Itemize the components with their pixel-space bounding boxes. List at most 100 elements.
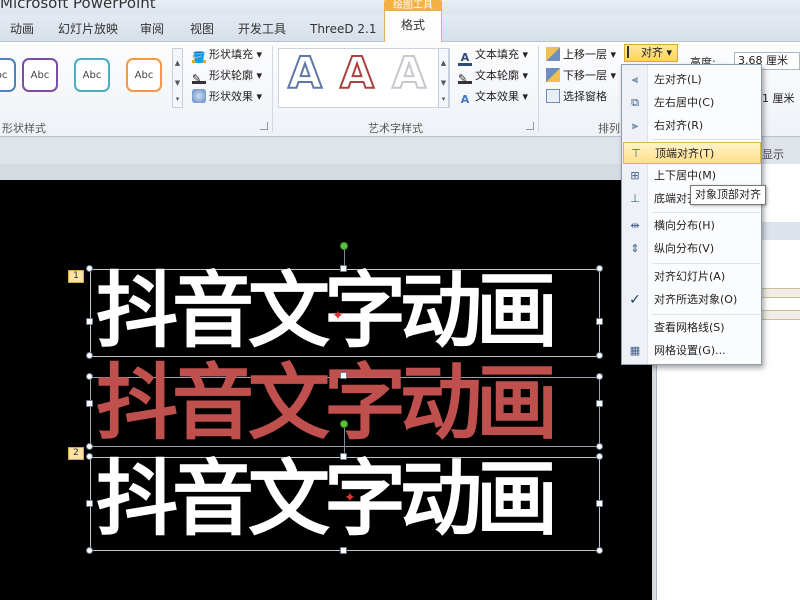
tab-slideshow[interactable]: 幻灯片放映	[58, 18, 118, 42]
align-menu-item[interactable]: ⊞ 上下居中(M)	[623, 165, 761, 187]
align-menu-item[interactable]: 对齐幻灯片(A)	[623, 266, 761, 288]
align-menu-item[interactable]: ⫸ 右对齐(R)	[623, 115, 761, 137]
resize-handle[interactable]	[596, 318, 603, 325]
tab-developer[interactable]: 开发工具	[238, 18, 286, 42]
shape-effects-button[interactable]: 形状效果 ▾	[192, 88, 262, 106]
text-effects-icon: A	[460, 93, 470, 106]
shape-style-swatch[interactable]: Abc	[0, 58, 16, 92]
rotation-handle[interactable]	[340, 242, 348, 250]
align-menu-item-label: 对齐幻灯片(A)	[654, 270, 726, 283]
tab-format[interactable]: 格式	[384, 10, 442, 42]
align-button[interactable]: 对齐 ▾	[624, 44, 678, 62]
tooltip: 对象顶部对齐	[690, 185, 766, 205]
object-number-badge: 1	[68, 270, 84, 283]
align-menu-item[interactable]: ▦ 网格设置(G)...	[623, 340, 761, 362]
selection-pane-icon	[546, 89, 560, 103]
align-menu-item[interactable]: ✓ 对齐所选对象(O)	[623, 289, 761, 311]
align-menu-item[interactable]: ⧉ 左右居中(C)	[623, 92, 761, 114]
resize-handle[interactable]	[340, 372, 347, 379]
text-fill-button[interactable]: A 文本填充 ▾	[458, 46, 528, 66]
align-menu-item[interactable]: ⇕ 纵向分布(V)	[623, 238, 761, 260]
resize-handle[interactable]	[596, 352, 603, 359]
width-input[interactable]: 1 厘米	[762, 90, 795, 106]
align-menu-item-label: 顶端对齐(T)	[655, 147, 715, 160]
resize-handle[interactable]	[86, 443, 93, 450]
slide-text-white-top[interactable]: 抖音文字动画	[96, 267, 558, 357]
align-top-icon: ⊤	[631, 147, 641, 160]
grid-icon: ▦	[629, 344, 641, 357]
resize-handle[interactable]	[596, 265, 603, 272]
rotation-handle[interactable]	[340, 420, 348, 428]
shape-outline-button[interactable]: ✎ 形状轮廓 ▾	[192, 67, 262, 85]
checkmark-icon: ✓	[629, 292, 641, 308]
align-middle-icon: ⊞	[630, 169, 640, 182]
wordart-style-outline-gray[interactable]: A	[388, 49, 430, 99]
dialog-launcher-icon[interactable]	[526, 122, 534, 130]
tab-animations[interactable]: 动画	[10, 18, 34, 42]
wordart-gallery-scroll[interactable]: ▲ ▼ ▾	[438, 48, 449, 108]
menu-separator	[652, 263, 760, 264]
text-outline-button[interactable]: ✎ 文本轮廓 ▾	[458, 67, 528, 85]
align-menu-item[interactable]: ⊤ 顶端对齐(T)	[623, 142, 761, 164]
send-backward-icon	[546, 68, 560, 82]
slide-text-white-bottom[interactable]: 抖音文字动画	[96, 455, 558, 545]
align-menu-item-label: 网格设置(G)...	[654, 344, 726, 357]
slide-text-red[interactable]: 抖音文字动画	[96, 359, 558, 449]
pane-row[interactable]	[759, 288, 800, 298]
text-effects-button[interactable]: A 文本效果 ▾	[458, 88, 528, 106]
align-menu-item[interactable]: ⇹ 横向分布(H)	[623, 215, 761, 237]
show-label[interactable]: 显示	[762, 146, 784, 162]
resize-handle[interactable]	[340, 453, 347, 460]
shape-style-swatch[interactable]: Abc	[126, 58, 162, 92]
shape-gallery-scroll[interactable]: ▲ ▼ ▾	[172, 48, 183, 108]
tab-review[interactable]: 审阅	[140, 18, 164, 42]
resize-handle[interactable]	[596, 453, 603, 460]
align-menu-item-label: 对齐所选对象(O)	[654, 293, 738, 306]
resize-handle[interactable]	[340, 547, 347, 554]
resize-handle[interactable]	[86, 373, 93, 380]
animation-marker-icon: ✦	[344, 490, 356, 506]
tab-view[interactable]: 视图	[190, 18, 214, 42]
align-menu-item-label: 右对齐(R)	[654, 119, 704, 132]
resize-handle[interactable]	[86, 547, 93, 554]
resize-handle[interactable]	[596, 400, 603, 407]
rotation-stem	[344, 428, 345, 453]
align-menu-item-label: 横向分布(H)	[654, 219, 715, 232]
object-number-badge: 2	[68, 447, 84, 460]
resize-handle[interactable]	[86, 400, 93, 407]
resize-handle[interactable]	[86, 500, 93, 507]
dialog-launcher-icon[interactable]	[260, 122, 268, 130]
align-menu-item[interactable]: ⫷ 左对齐(L)	[623, 69, 761, 91]
wordart-style-outline-red[interactable]: A	[336, 49, 378, 99]
resize-handle[interactable]	[596, 547, 603, 554]
align-menu-item-label: 上下居中(M)	[654, 169, 717, 182]
shape-style-swatch[interactable]: Abc	[22, 58, 58, 92]
selection-pane-button[interactable]: 选择窗格	[546, 88, 607, 106]
send-backward-button[interactable]: 下移一层 ▾	[546, 67, 616, 85]
resize-handle[interactable]	[596, 373, 603, 380]
tab-threed[interactable]: ThreeD 2.1	[310, 18, 377, 42]
resize-handle[interactable]	[86, 265, 93, 272]
app-title: Microsoft PowerPoint	[0, 0, 156, 12]
align-menu-item[interactable]: 查看网格线(S)	[623, 317, 761, 339]
align-bottom-icon: ⊥	[630, 192, 640, 205]
resize-handle[interactable]	[86, 453, 93, 460]
resize-handle[interactable]	[86, 352, 93, 359]
resize-handle[interactable]	[86, 318, 93, 325]
bring-forward-button[interactable]: 上移一层 ▾	[546, 46, 616, 64]
resize-handle[interactable]	[340, 265, 347, 272]
align-menu-item-label: 左右居中(C)	[654, 96, 715, 109]
distribute-horizontal-icon: ⇹	[630, 219, 640, 232]
shape-style-swatch[interactable]: Abc	[74, 58, 110, 92]
pane-row[interactable]	[759, 310, 800, 320]
wordart-styles-group-label: 艺术字样式	[368, 122, 423, 135]
text-fill-icon: A	[458, 52, 472, 66]
align-menu-item-label: 纵向分布(V)	[654, 242, 715, 255]
wordart-style-outline-blue[interactable]: A	[284, 49, 326, 99]
resize-handle[interactable]	[596, 500, 603, 507]
resize-handle[interactable]	[596, 443, 603, 450]
menu-separator	[652, 314, 760, 315]
shape-fill-button[interactable]: 🪣 形状填充 ▾	[192, 46, 262, 64]
align-center-icon: ⧉	[631, 96, 639, 109]
menu-separator	[652, 212, 760, 213]
